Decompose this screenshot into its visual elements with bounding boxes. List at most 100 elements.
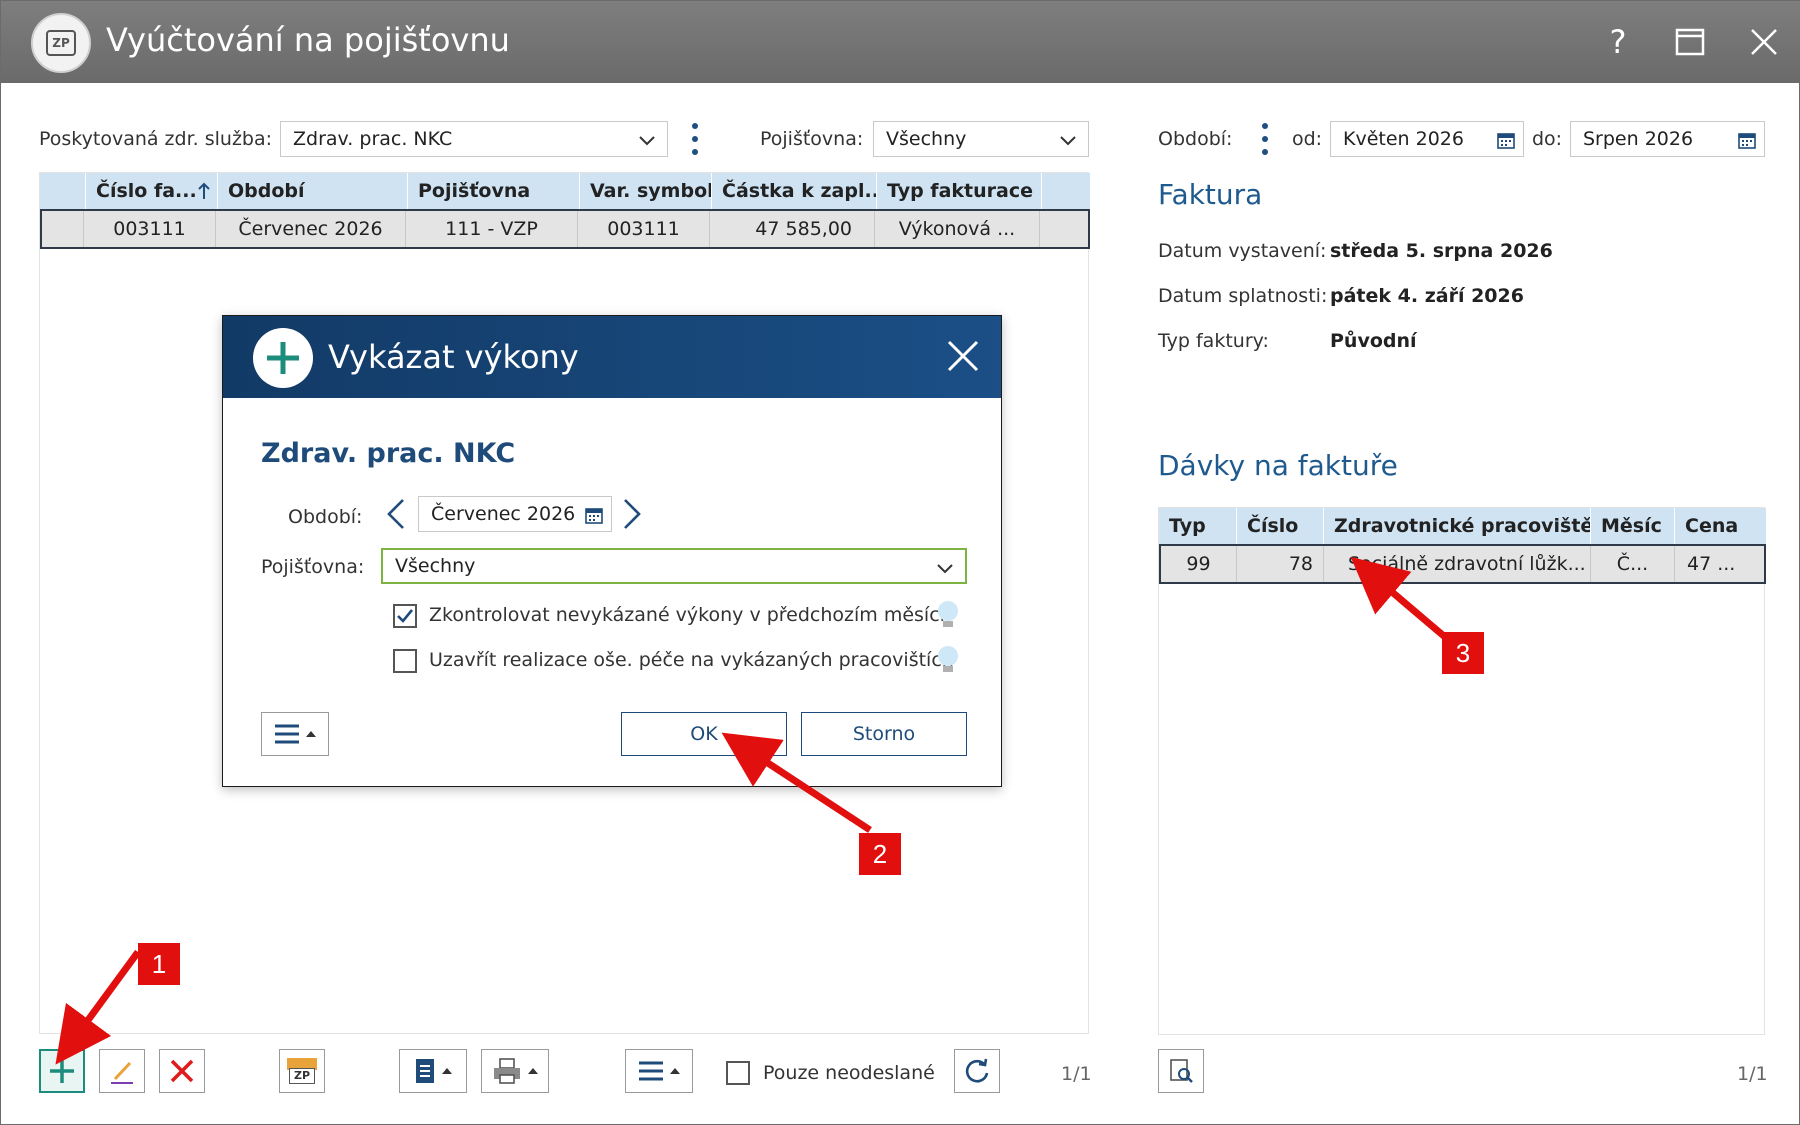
plus-icon [50,1059,74,1083]
maximize-button[interactable] [1665,19,1715,65]
column-header-filler [1042,173,1090,209]
caret-up-icon [670,1068,680,1074]
insurer-select-value: Všechny [886,128,967,150]
service-menu-button[interactable] [689,123,701,155]
cell-workplace: Sociálně zdravotní lůžk... [1324,546,1591,582]
close-realizations-label: Uzavřít realizace oše. péče na vykázanýc… [429,649,954,671]
app-logo-text: ZP [46,30,76,56]
cell-filler [1040,211,1088,247]
send-insurer-button[interactable]: ZP [279,1049,325,1093]
only-unsent-checkbox[interactable] [726,1061,750,1085]
column-header-amount[interactable]: Částka k zapl... [712,173,877,209]
annotation-badge-2: 2 [859,833,901,875]
more-actions-button[interactable] [625,1049,693,1093]
batches-heading: Dávky na faktuře [1158,449,1398,482]
calendar-icon[interactable] [1497,131,1515,149]
to-date-field[interactable]: Srpen 2026 [1570,121,1765,157]
column-header-var-symbol[interactable]: Var. symbol [580,173,712,209]
column-header-billing-type[interactable]: Typ fakturace [877,173,1042,209]
column-header-workplace[interactable]: Zdravotnické pracoviště [1324,508,1591,544]
cell-period: Červenec 2026 [216,211,406,247]
row-indicator [42,211,84,247]
printer-icon [494,1058,520,1084]
delete-button[interactable] [159,1049,205,1093]
check-unreported-checkbox[interactable] [393,604,417,628]
invoices-table-header: Číslo fa... Období Pojišťovna Var. symbo… [40,173,1090,209]
caret-up-icon [442,1068,452,1074]
help-icon: ? [1609,23,1627,61]
from-date-field[interactable]: Květen 2026 [1330,121,1524,157]
chevron-left-icon[interactable] [385,497,407,531]
period-menu-button[interactable] [1259,123,1271,155]
invoice-type-label: Typ faktury: [1158,330,1269,352]
close-icon[interactable] [943,336,983,376]
print-menu-button[interactable] [481,1049,549,1093]
dialog-menu-button[interactable] [261,712,329,756]
due-date-value: pátek 4. září 2026 [1330,285,1524,307]
close-button[interactable] [1739,19,1789,65]
column-header-number[interactable]: Číslo fa... [86,173,218,209]
only-unsent-label: Pouze neodeslané [763,1062,935,1084]
help-button[interactable]: ? [1593,19,1643,65]
service-select-value: Zdrav. prac. NKC [293,128,453,150]
column-header-batch-number[interactable]: Číslo [1237,508,1324,544]
caret-up-icon [528,1068,538,1074]
table-row[interactable]: 003111 Červenec 2026 111 - VZP 003111 47… [40,209,1090,249]
calendar-icon[interactable] [1738,131,1756,149]
document-menu-button[interactable] [399,1049,467,1093]
batches-table: Typ Číslo Zdravotnické pracoviště Měsíc … [1158,507,1766,1035]
cancel-button[interactable]: Storno [801,712,967,756]
column-header-price[interactable]: Cena [1675,508,1764,544]
dialog-insurer-value: Všechny [395,555,476,577]
calendar-icon[interactable] [585,506,603,524]
lightbulb-icon[interactable] [935,599,961,631]
batches-pager: 1/1 [1737,1063,1768,1085]
cell-amount: 47 585,00 [710,211,875,247]
dialog-subtitle: Zdrav. prac. NKC [261,438,516,469]
cell-price: 47 ... [1687,553,1736,575]
table-row[interactable]: 99 78 Sociálně zdravotní lůžk... Č... 47… [1159,544,1766,584]
refresh-button[interactable] [954,1049,1000,1093]
service-select[interactable]: Zdrav. prac. NKC [280,121,668,157]
dialog-title: Vykázat výkony [328,338,579,376]
envelope-zp-label: ZP [289,1068,315,1084]
dialog-insurer-select[interactable]: Všechny [381,548,967,584]
dialog-period-value: Červenec 2026 [431,503,576,525]
cell-var-symbol: 003111 [578,211,710,247]
check-unreported-label: Zkontrolovat nevykázané výkony v předcho… [429,604,945,626]
batch-preview-button[interactable] [1158,1049,1204,1093]
column-header-number-label: Číslo fa... [96,180,197,202]
batches-table-header: Typ Číslo Zdravotnické pracoviště Měsíc … [1159,508,1766,544]
dialog-period-label: Období: [288,506,363,528]
window-title: Vyúčtování na pojišťovnu [106,21,510,59]
insurer-label: Pojišťovna: [760,128,864,150]
period-label: Období: [1158,128,1233,150]
edit-button[interactable] [99,1049,145,1093]
caret-up-icon [306,731,316,737]
cell-type: 99 [1161,546,1237,582]
ok-button[interactable]: OK [621,712,787,756]
insurer-select[interactable]: Všechny [873,121,1089,157]
hamburger-icon [275,724,299,744]
chevron-right-icon[interactable] [621,497,643,531]
refresh-icon [965,1058,989,1083]
issue-date-label: Datum vystavení: [1158,240,1327,262]
add-button[interactable] [39,1049,85,1093]
column-header-type[interactable]: Typ [1159,508,1237,544]
lightbulb-icon[interactable] [935,644,961,676]
column-header-insurer[interactable]: Pojišťovna [408,173,580,209]
cell-number: 003111 [84,211,216,247]
column-header-period[interactable]: Období [218,173,408,209]
from-date-value: Květen 2026 [1343,128,1464,150]
sort-ascending-icon [198,182,210,199]
dialog-period-field[interactable]: Červenec 2026 [418,496,612,532]
document-icon [416,1059,434,1083]
annotation-badge-1: 1 [138,943,180,985]
envelope-zp-icon: ZP [287,1056,317,1086]
to-label: do: [1532,128,1563,150]
chevron-down-icon [1060,136,1076,146]
app-logo: ZP [31,13,91,73]
close-realizations-checkbox[interactable] [393,649,417,673]
dialog-header: Vykázat výkony [223,316,1001,398]
column-header-month[interactable]: Měsíc [1591,508,1675,544]
